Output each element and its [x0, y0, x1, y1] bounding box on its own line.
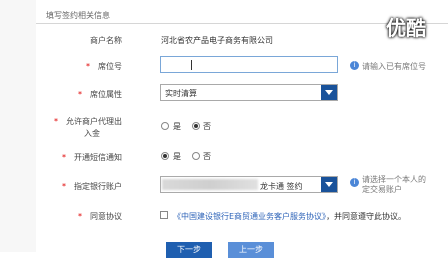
agree-text: 《中国建设银行E商贸通业务客户服务协议》，并同意遵守此协议。: [173, 212, 407, 221]
sms-no-label: 否: [203, 152, 211, 161]
allow-agent-no-label: 否: [203, 122, 211, 131]
seat-attr-select[interactable]: 实时清算: [160, 84, 338, 101]
sms-yes-label: 是: [173, 152, 181, 161]
blurred-account-number: [162, 179, 258, 190]
agreement-link[interactable]: 《中国建设银行E商贸通业务客户服务协议》: [173, 212, 326, 221]
merchant-label: 商户名称: [90, 36, 122, 45]
section-title: 填写签约相关信息: [46, 11, 110, 20]
seat-attr-value: 实时清算: [165, 89, 197, 98]
youku-watermark: 优酷: [386, 16, 426, 40]
seat-number-input[interactable]: [160, 56, 338, 73]
sms-label: * 开通短信通知: [62, 153, 122, 162]
info-icon: i: [350, 61, 359, 70]
sms-no-radio[interactable]: [192, 152, 200, 160]
required-mark: *: [86, 62, 90, 71]
seat-hint: 请输入已有席位号: [362, 62, 426, 71]
allow-agent-no-radio[interactable]: [192, 122, 200, 130]
allow-agent-yes-label: 是: [173, 122, 181, 131]
chevron-down-icon[interactable]: [321, 85, 337, 100]
chevron-down-icon[interactable]: [321, 177, 337, 192]
seat-attr-label: * 席位属性: [78, 90, 122, 99]
sms-yes-radio[interactable]: [161, 152, 169, 160]
agree-label: * 同意协议: [78, 212, 122, 221]
merchant-value: 河北省农产品电子商务有限公司: [161, 36, 273, 45]
allow-agent-label: * 允许商户代理出 入金: [54, 117, 122, 138]
agree-checkbox[interactable]: [160, 211, 168, 219]
bank-hint: 请选择一个本人的 定交易账户: [362, 175, 426, 194]
allow-agent-yes-radio[interactable]: [161, 122, 169, 130]
next-button[interactable]: 下一步: [166, 242, 212, 258]
seat-label: * 席位号: [86, 62, 122, 71]
info-icon: i: [350, 178, 359, 187]
prev-button[interactable]: 上一步: [228, 242, 274, 258]
bank-label: * 指定银行账户: [62, 182, 122, 191]
text-cursor-icon: [191, 60, 196, 70]
bank-account-suffix: 龙卡通 签约: [260, 182, 303, 191]
